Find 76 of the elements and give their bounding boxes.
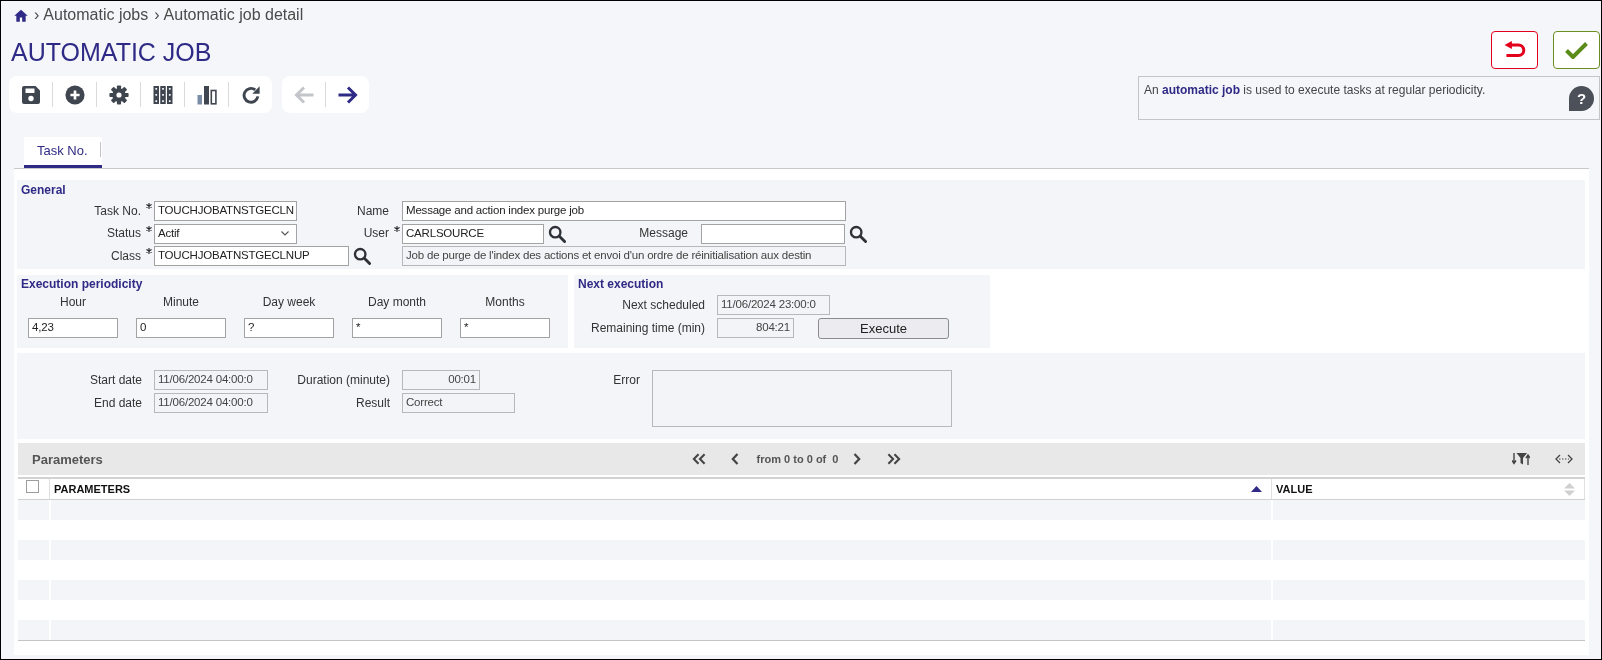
tab[interactable]: Task No. (24, 137, 102, 168)
undo-button[interactable] (1491, 31, 1538, 69)
input-field[interactable] (701, 223, 845, 244)
field-label: Name (357, 203, 389, 219)
funnel-sort-icon[interactable] (1512, 452, 1530, 466)
input-field[interactable]: ? (244, 318, 334, 338)
panel-title: Parameters (32, 452, 103, 467)
search-icon[interactable] (849, 224, 867, 243)
input-field[interactable]: * (352, 318, 442, 338)
input-field: 11/06/2024 23:00:0 (717, 295, 830, 315)
sort-ascending-icon[interactable] (1251, 486, 1262, 492)
input-field[interactable]: * (460, 318, 550, 338)
bar-chart-icon[interactable] (196, 84, 217, 105)
field-label: Day month (368, 294, 426, 310)
field-label: Next scheduled (622, 297, 705, 313)
field-label: Remaining time (min) (590, 320, 705, 336)
field-label: Day week (262, 294, 316, 310)
execute-button[interactable]: Execute (818, 317, 949, 339)
field-label: Duration (minute) (297, 372, 390, 388)
search-icon[interactable] (353, 247, 371, 265)
double-chevron-left-icon[interactable] (691, 453, 706, 465)
checkbox[interactable] (26, 480, 39, 493)
input-field[interactable]: 0 (136, 318, 226, 338)
input-field: 11/06/2024 04:00:0 (154, 370, 268, 390)
field-label: Class (111, 248, 141, 264)
breadcrumb-link[interactable]: Automatic jobs (43, 5, 149, 25)
horizontal-arrows-icon[interactable] (1555, 454, 1573, 464)
breadcrumb-current: Automatic job detail (163, 5, 304, 25)
breadcrumb-separator: › (154, 5, 160, 25)
input-field: 804:21 (717, 318, 794, 338)
field-label: Months (485, 294, 525, 310)
dropdown-field[interactable]: Actif (154, 223, 297, 244)
input-field[interactable]: TOUCHJOBATNSTGECLN (154, 201, 297, 221)
field-label: Task No. (94, 203, 141, 219)
settings-icon[interactable] (108, 84, 129, 105)
caret-icon (281, 231, 289, 236)
plus-circle-icon[interactable] (64, 84, 85, 105)
field-label: Minute (163, 294, 199, 310)
input-field[interactable]: 4,23 (28, 318, 118, 338)
input-field: 00:01 (402, 370, 480, 390)
input-field[interactable]: TOUCHJOBATNSTGECLNUP (154, 246, 349, 266)
column-header[interactable]: PARAMETERS (50, 479, 1272, 499)
page-title: AUTOMATIC JOB (11, 37, 212, 67)
confirm-button[interactable] (1553, 31, 1600, 69)
breadcrumb-separator: › (34, 5, 40, 25)
house-icon[interactable] (14, 8, 28, 22)
undo-arrow-icon[interactable] (1503, 41, 1526, 59)
search-icon[interactable] (548, 224, 566, 243)
input-field: 11/06/2024 04:00:0 (154, 393, 268, 413)
field-label: Error (613, 372, 640, 388)
column-header[interactable]: VALUE (1272, 479, 1585, 499)
field-label: User (363, 226, 389, 241)
help-text: An automatic job is used to execute tasks at regular periodicity. (1144, 83, 1486, 98)
chevron-left-icon[interactable] (730, 453, 739, 465)
section-title: General (21, 182, 66, 198)
arrow-right-icon[interactable] (337, 85, 358, 104)
pagination-range: from 0 to 0 of (756, 451, 827, 467)
field-label: Result (356, 395, 390, 411)
section-title: Next execution (578, 276, 664, 292)
input-field: Job de purge de l'index des actions et envoi d'un ordre de réinitialisation aux destin (402, 246, 846, 266)
input-field: Correct (402, 393, 515, 413)
field-label: Message (639, 226, 688, 241)
double-chevron-right-icon[interactable] (887, 453, 902, 465)
field-label: Start date (89, 372, 142, 388)
columns-icon[interactable] (152, 84, 173, 105)
chevron-right-icon[interactable] (853, 453, 862, 465)
section-title: Execution periodicity (21, 276, 143, 292)
field-label: End date (93, 395, 142, 411)
input-field[interactable]: Message and action index purge job (402, 201, 846, 221)
refresh-icon[interactable] (240, 84, 261, 105)
field-label: Status (106, 226, 141, 241)
pagination-total: 0 (832, 451, 839, 467)
input-field[interactable]: CARLSOURCE (402, 223, 544, 244)
field-label: Hour (60, 294, 86, 310)
checkmark-icon[interactable] (1565, 41, 1588, 59)
help-button[interactable]: ? (1569, 86, 1594, 111)
